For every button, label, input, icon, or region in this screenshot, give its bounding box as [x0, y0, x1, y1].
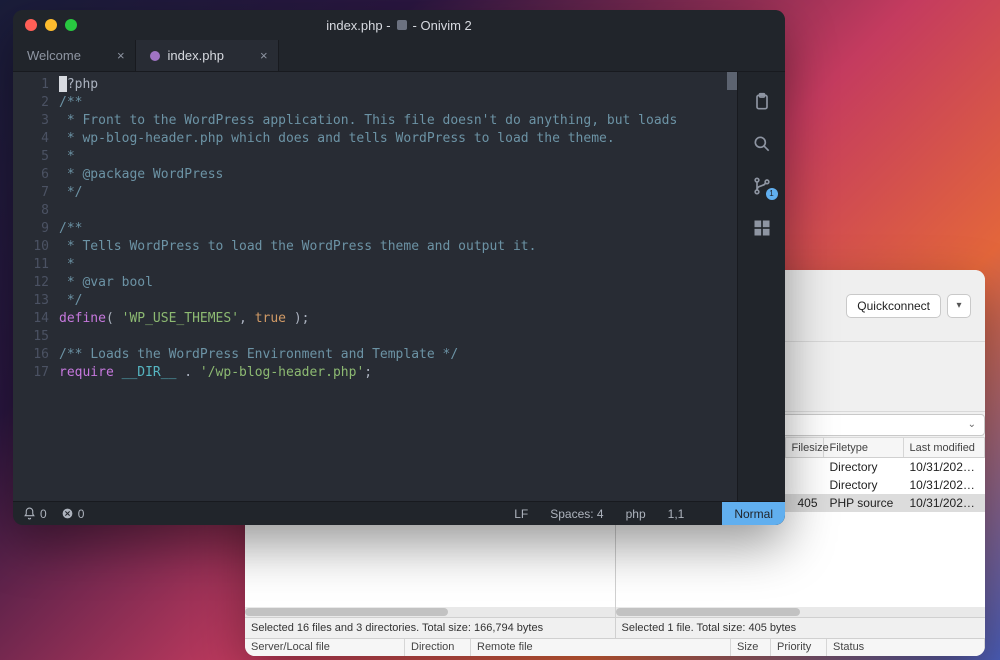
- tab-label: Welcome: [27, 48, 81, 63]
- transfer-queue-header: Server/Local file Direction Remote file …: [245, 638, 985, 656]
- git-badge: 1: [766, 188, 778, 200]
- th-remote[interactable]: Remote file: [471, 639, 731, 656]
- th-status[interactable]: Status: [827, 639, 985, 656]
- git-branch-icon[interactable]: 1: [752, 176, 772, 196]
- th-size[interactable]: Size: [731, 639, 771, 656]
- tab-bar: Welcome × index.php ×: [13, 40, 785, 72]
- notifications-indicator[interactable]: 0: [23, 507, 47, 521]
- col-filesize[interactable]: Filesize: [786, 438, 824, 457]
- php-icon: [150, 51, 160, 61]
- tab-label: index.php: [168, 48, 224, 63]
- lang-indicator[interactable]: php: [626, 507, 646, 521]
- grid-icon[interactable]: [752, 218, 772, 238]
- quickconnect-dropdown[interactable]: ▾: [947, 294, 971, 318]
- col-filetype[interactable]: Filetype: [824, 438, 904, 457]
- status-bar: 0 0 LF Spaces: 4 php 1,1 Normal: [13, 501, 785, 525]
- block-cursor: [59, 76, 67, 92]
- remote-hscroll[interactable]: [616, 607, 986, 617]
- tab-index-php[interactable]: index.php ×: [136, 40, 279, 71]
- code-area[interactable]: <?php /** * Front to the WordPress appli…: [59, 72, 737, 501]
- th-direction[interactable]: Direction: [405, 639, 471, 656]
- window-title: index.php - - Onivim 2: [13, 10, 785, 40]
- activity-bar: 1: [737, 72, 785, 501]
- local-summary: Selected 16 files and 3 directories. Tot…: [245, 617, 615, 638]
- scroll-thumb[interactable]: [245, 608, 448, 616]
- line-gutter: 123 456 789 101112 131415 1617: [13, 72, 59, 501]
- col-lastmod[interactable]: Last modified: [904, 438, 986, 457]
- remote-summary: Selected 1 file. Total size: 405 bytes: [616, 617, 986, 638]
- cursor-pos[interactable]: 1,1: [668, 507, 685, 521]
- search-icon[interactable]: [752, 134, 772, 154]
- window-controls: [13, 19, 77, 31]
- bell-icon: [23, 507, 36, 520]
- vim-mode[interactable]: Normal: [722, 502, 785, 526]
- editor-window: index.php - - Onivim 2 Welcome × index.p…: [13, 10, 785, 525]
- quickconnect-button[interactable]: Quickconnect: [846, 294, 941, 318]
- editor-body: 123 456 789 101112 131415 1617 <?php /**…: [13, 72, 785, 501]
- scroll-thumb[interactable]: [616, 608, 801, 616]
- minimap[interactable]: [727, 72, 737, 90]
- th-server[interactable]: Server/Local file: [245, 639, 405, 656]
- app-icon: [397, 20, 407, 30]
- chevron-down-icon: ⌄: [968, 414, 976, 436]
- error-icon: [61, 507, 74, 520]
- titlebar[interactable]: index.php - - Onivim 2: [13, 10, 785, 40]
- minimize-window-button[interactable]: [45, 19, 57, 31]
- eol-indicator[interactable]: LF: [514, 507, 528, 521]
- quickconnect-label: Quickconnect: [857, 299, 930, 313]
- errors-indicator[interactable]: 0: [61, 507, 85, 521]
- zoom-window-button[interactable]: [65, 19, 77, 31]
- tab-welcome[interactable]: Welcome ×: [13, 40, 136, 71]
- close-icon[interactable]: ×: [117, 48, 125, 63]
- close-window-button[interactable]: [25, 19, 37, 31]
- indent-indicator[interactable]: Spaces: 4: [550, 507, 603, 521]
- th-priority[interactable]: Priority: [771, 639, 827, 656]
- local-hscroll[interactable]: [245, 607, 615, 617]
- close-icon[interactable]: ×: [260, 48, 268, 63]
- clipboard-icon[interactable]: [752, 92, 772, 112]
